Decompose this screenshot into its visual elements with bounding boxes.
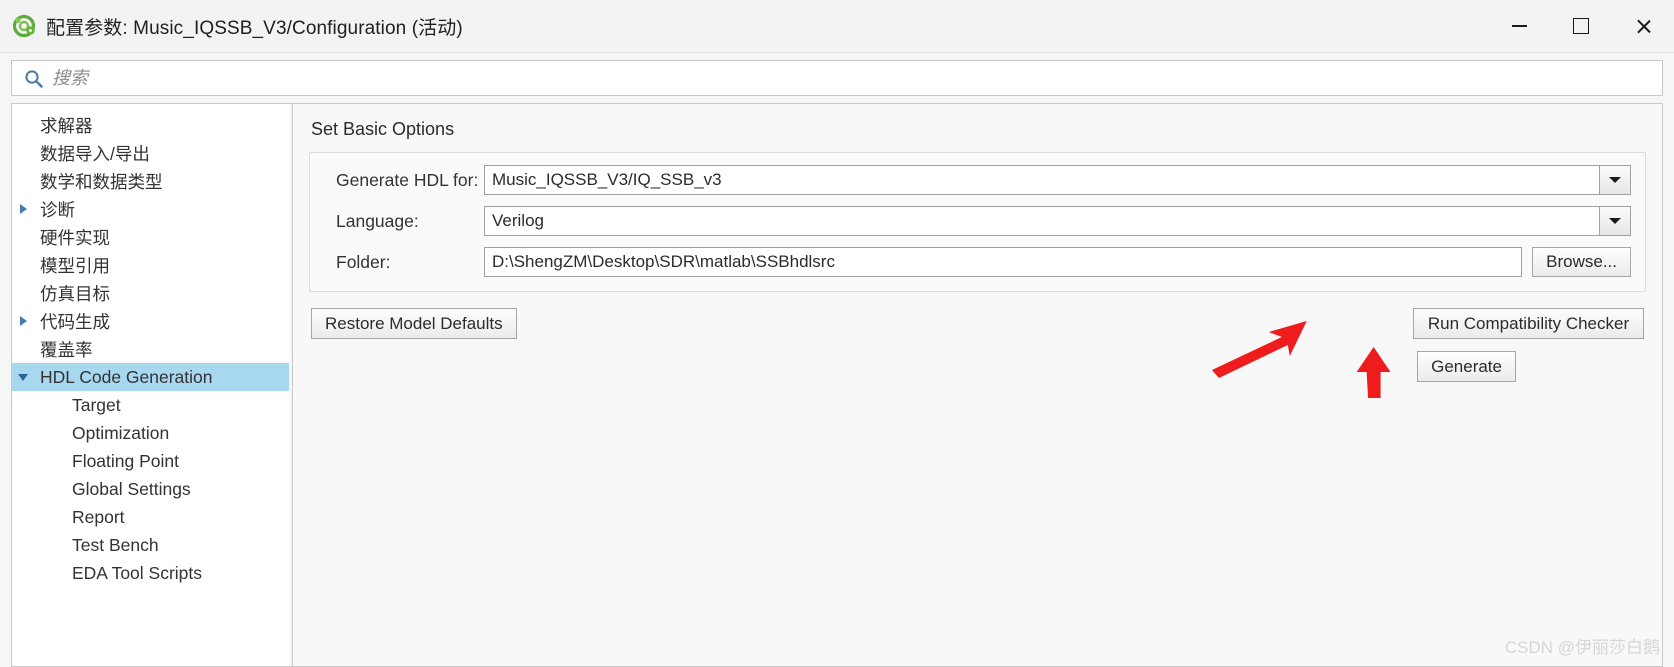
folder-label: Folder: bbox=[336, 251, 391, 272]
sidebar-item-label: 数学和数据类型 bbox=[40, 171, 163, 192]
generate-button[interactable]: Generate bbox=[1417, 351, 1516, 382]
restore-model-defaults-button[interactable]: Restore Model Defaults bbox=[311, 308, 517, 339]
sidebar-item-label: Target bbox=[72, 394, 121, 415]
sidebar-item-1[interactable]: 数据导入/导出 bbox=[12, 139, 289, 167]
close-button[interactable] bbox=[1612, 0, 1674, 52]
minimize-button[interactable] bbox=[1488, 0, 1550, 52]
sidebar-item-12[interactable]: Floating Point bbox=[12, 447, 289, 475]
run-compatibility-checker-button[interactable]: Run Compatibility Checker bbox=[1413, 308, 1644, 339]
red-arrow-to-run-compatibility-checker bbox=[1211, 321, 1307, 378]
sidebar-item-label: 代码生成 bbox=[40, 311, 110, 332]
sidebar-item-label: 数据导入/导出 bbox=[40, 143, 150, 164]
folder-row: Folder: D:\ShengZM\Desktop\SDR\matlab\SS… bbox=[324, 247, 1631, 277]
chevron-down-icon bbox=[1609, 177, 1621, 183]
window-title: 配置参数: Music_IQSSB_V3/Configuration (活动) bbox=[46, 17, 463, 39]
sidebar-item-11[interactable]: Optimization bbox=[12, 419, 289, 447]
language-combobox[interactable]: Verilog bbox=[484, 206, 1631, 236]
sidebar-item-4[interactable]: 硬件实现 bbox=[12, 223, 289, 251]
search-box[interactable] bbox=[11, 60, 1663, 96]
sidebar-item-7[interactable]: 代码生成 bbox=[12, 307, 289, 335]
sidebar-item-16[interactable]: EDA Tool Scripts bbox=[12, 559, 289, 587]
sidebar-item-14[interactable]: Report bbox=[12, 503, 289, 531]
close-icon bbox=[1635, 18, 1652, 35]
language-label: Language: bbox=[336, 210, 419, 231]
sidebar-item-label: 模型引用 bbox=[40, 255, 110, 276]
maximize-button[interactable] bbox=[1550, 0, 1612, 52]
csdn-watermark: CSDN @伊丽莎白鹅 bbox=[1504, 638, 1660, 657]
search-icon bbox=[24, 69, 43, 88]
sidebar-item-9[interactable]: HDL Code Generation bbox=[12, 363, 289, 391]
expand-arrow-icon[interactable] bbox=[12, 316, 34, 326]
sidebar-item-label: Report bbox=[72, 506, 125, 527]
search-input[interactable] bbox=[52, 67, 1527, 89]
window-controls bbox=[1488, 0, 1674, 52]
browse-button[interactable]: Browse... bbox=[1532, 247, 1631, 277]
red-arrow-to-generate bbox=[1356, 347, 1391, 398]
sidebar-item-10[interactable]: Target bbox=[12, 391, 289, 419]
title-bar: 配置参数: Music_IQSSB_V3/Configuration (活动) bbox=[0, 0, 1674, 53]
basic-options-group: Generate HDL for: Music_IQSSB_V3/IQ_SSB_… bbox=[309, 152, 1646, 292]
sidebar-item-5[interactable]: 模型引用 bbox=[12, 251, 289, 279]
options-panel: Set Basic Options Generate HDL for: Musi… bbox=[292, 103, 1663, 667]
sidebar-item-13[interactable]: Global Settings bbox=[12, 475, 289, 503]
main-content: 求解器数据导入/导出 数学和数据类型 诊断硬件实现模型引用仿真目标代码生成覆盖率 HD… bbox=[0, 103, 1674, 667]
action-buttons: Restore Model Defaults Run Compatibility… bbox=[309, 308, 1646, 398]
tree-root: 求解器数据导入/导出 数学和数据类型 诊断硬件实现模型引用仿真目标代码生成覆盖率 HD… bbox=[12, 104, 289, 587]
sidebar-item-label: Test Bench bbox=[72, 534, 159, 555]
language-row: Language: Verilog bbox=[324, 206, 1631, 236]
sidebar-item-label: 覆盖率 bbox=[40, 339, 93, 360]
search-bar bbox=[0, 53, 1674, 103]
sidebar-item-3[interactable]: 诊断 bbox=[12, 195, 289, 223]
minimize-icon bbox=[1511, 25, 1527, 27]
simulink-config-icon bbox=[12, 14, 36, 38]
generate-hdl-for-dropdown-button[interactable] bbox=[1599, 166, 1630, 194]
language-dropdown-button[interactable] bbox=[1599, 207, 1630, 235]
chevron-down-icon bbox=[18, 373, 28, 381]
generate-hdl-for-label: Generate HDL for: bbox=[336, 169, 479, 190]
folder-input[interactable]: D:\ShengZM\Desktop\SDR\matlab\SSBhdlsrc bbox=[484, 247, 1523, 277]
sidebar-item-label: 仿真目标 bbox=[40, 283, 110, 304]
sidebar-item-label: Floating Point bbox=[72, 450, 180, 471]
generate-hdl-for-combobox[interactable]: Music_IQSSB_V3/IQ_SSB_v3 bbox=[484, 165, 1631, 195]
sidebar-item-label: Optimization bbox=[72, 422, 170, 443]
expand-arrow-icon[interactable] bbox=[12, 204, 34, 214]
sidebar-item-label: EDA Tool Scripts bbox=[72, 562, 203, 583]
chevron-right-icon bbox=[19, 316, 27, 326]
chevron-down-icon bbox=[1609, 218, 1621, 224]
sidebar-item-label: 求解器 bbox=[40, 115, 93, 136]
sidebar-item-0[interactable]: 求解器 bbox=[12, 111, 289, 139]
page-title: Set Basic Options bbox=[311, 119, 455, 139]
sidebar-item-label: 诊断 bbox=[40, 199, 75, 220]
sidebar-item-label: 硬件实现 bbox=[40, 227, 110, 248]
maximize-icon bbox=[1573, 18, 1589, 34]
language-value: Verilog bbox=[492, 211, 544, 230]
settings-tree[interactable]: 求解器数据导入/导出 数学和数据类型 诊断硬件实现模型引用仿真目标代码生成覆盖率 HD… bbox=[11, 103, 289, 667]
collapse-arrow-icon[interactable] bbox=[12, 373, 34, 381]
sidebar-item-2[interactable]: 数学和数据类型 bbox=[12, 167, 289, 195]
sidebar-item-label: HDL Code Generation bbox=[40, 366, 213, 387]
sidebar-item-8[interactable]: 覆盖率 bbox=[12, 335, 289, 363]
sidebar-item-15[interactable]: Test Bench bbox=[12, 531, 289, 559]
generate-hdl-for-value: Music_IQSSB_V3/IQ_SSB_v3 bbox=[492, 170, 722, 189]
sidebar-item-6[interactable]: 仿真目标 bbox=[12, 279, 289, 307]
sidebar-item-label: Global Settings bbox=[72, 478, 191, 499]
generate-hdl-for-row: Generate HDL for: Music_IQSSB_V3/IQ_SSB_… bbox=[324, 165, 1631, 195]
chevron-right-icon bbox=[19, 204, 27, 214]
